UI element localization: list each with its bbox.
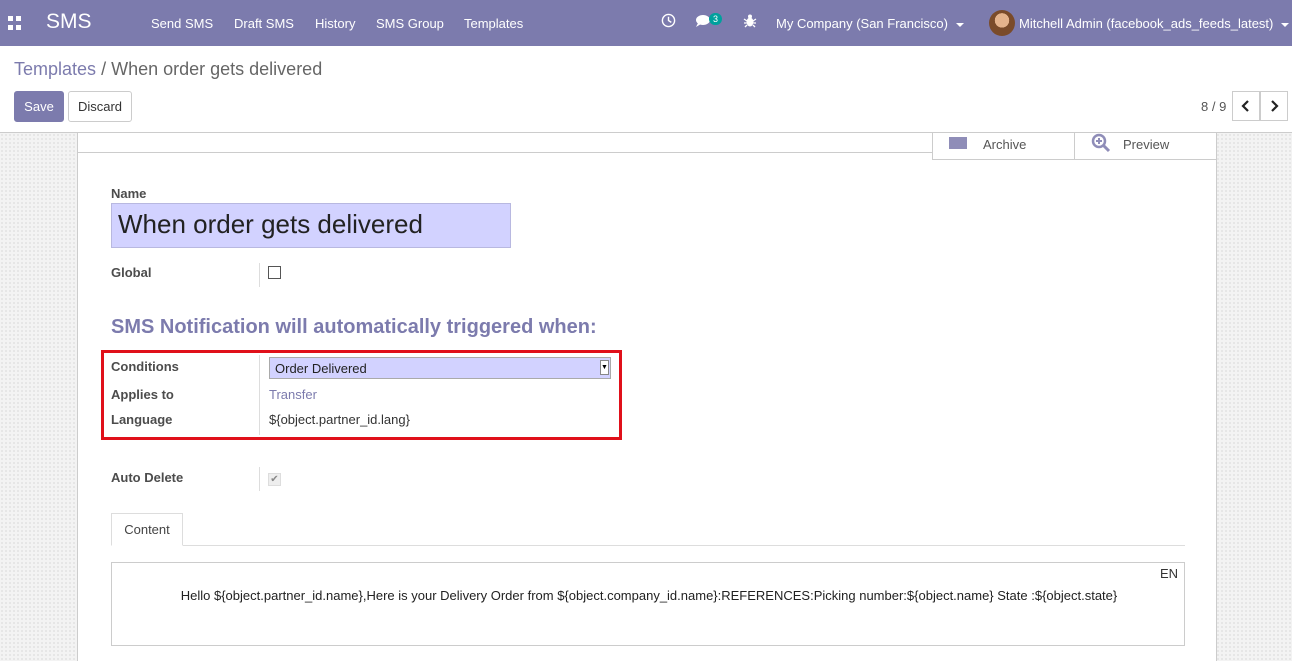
- chevron-left-icon: [1241, 100, 1249, 112]
- field-separator: [259, 355, 260, 435]
- menu-send-sms[interactable]: Send SMS: [151, 16, 213, 31]
- archive-button[interactable]: Archive: [932, 133, 1074, 160]
- name-label: Name: [111, 186, 147, 201]
- language-tag[interactable]: EN: [1160, 566, 1178, 581]
- archive-icon: [949, 137, 967, 149]
- tab-divider: [111, 545, 1185, 546]
- tab-content[interactable]: Content: [111, 513, 183, 546]
- sheet-divider: [78, 152, 932, 153]
- language-label: Language: [111, 412, 173, 427]
- form-sheet: Archive Preview Name When order gets del…: [77, 133, 1217, 661]
- applies-to-link[interactable]: Transfer: [269, 387, 317, 402]
- company-switcher[interactable]: My Company (San Francisco): [776, 16, 964, 31]
- top-navbar: SMS Send SMS Draft SMS History SMS Group…: [0, 0, 1292, 46]
- preview-button[interactable]: Preview: [1074, 133, 1217, 160]
- global-label: Global: [111, 265, 152, 280]
- dropdown-arrow-icon: ▼: [600, 360, 609, 375]
- conditions-select[interactable]: Order Delivered ▼: [269, 357, 611, 379]
- avatar[interactable]: [989, 10, 1015, 36]
- chevron-right-icon: [1271, 100, 1279, 112]
- save-button[interactable]: Save: [14, 91, 64, 122]
- sms-body-text: Hello ${object.partner_id.name},Here is …: [180, 588, 1118, 603]
- app-brand[interactable]: SMS: [46, 10, 92, 34]
- preview-label: Preview: [1123, 136, 1170, 152]
- menu-templates[interactable]: Templates: [464, 16, 523, 31]
- field-separator: [259, 263, 260, 287]
- chat-badge: 3: [709, 13, 723, 25]
- zoom-in-icon: [1091, 133, 1111, 153]
- chevron-down-icon: [955, 22, 964, 27]
- bug-icon[interactable]: [743, 13, 757, 31]
- global-checkbox[interactable]: [268, 266, 281, 279]
- conditions-value: Order Delivered: [275, 361, 367, 376]
- chevron-down-icon: [1281, 22, 1290, 27]
- conditions-label: Conditions: [111, 359, 179, 374]
- menu-sms-group[interactable]: SMS Group: [376, 16, 444, 31]
- section-title: SMS Notification will automatically trig…: [111, 316, 597, 338]
- company-name: My Company (San Francisco): [776, 16, 948, 31]
- sms-body-editor[interactable]: EN Hello ${object.partner_id.name},Here …: [111, 562, 1185, 646]
- pager-value[interactable]: 8 / 9: [1201, 99, 1226, 114]
- discard-button[interactable]: Discard: [68, 91, 132, 122]
- breadcrumb-separator: /: [101, 59, 107, 79]
- auto-delete-checkbox[interactable]: ✔: [268, 473, 281, 486]
- menu-history[interactable]: History: [315, 16, 355, 31]
- name-field[interactable]: When order gets delivered: [111, 203, 511, 248]
- breadcrumb: Templates / When order gets delivered: [14, 59, 322, 80]
- user-name: Mitchell Admin (facebook_ads_feeds_lates…: [1019, 16, 1274, 31]
- breadcrumb-current: When order gets delivered: [111, 59, 323, 79]
- applies-to-label: Applies to: [111, 387, 174, 402]
- clock-icon[interactable]: [661, 13, 676, 31]
- breadcrumb-templates[interactable]: Templates: [14, 59, 96, 79]
- menu-draft-sms[interactable]: Draft SMS: [234, 16, 294, 31]
- apps-icon[interactable]: [8, 16, 22, 30]
- pager-next-button[interactable]: [1260, 91, 1288, 121]
- field-separator: [259, 467, 260, 491]
- pager-previous-button[interactable]: [1232, 91, 1260, 121]
- control-panel: Templates / When order gets delivered Sa…: [0, 46, 1292, 133]
- archive-label: Archive: [983, 136, 1027, 152]
- language-value: ${object.partner_id.lang}: [269, 412, 410, 427]
- user-menu[interactable]: Mitchell Admin (facebook_ads_feeds_lates…: [1019, 16, 1290, 31]
- auto-delete-label: Auto Delete: [111, 470, 184, 485]
